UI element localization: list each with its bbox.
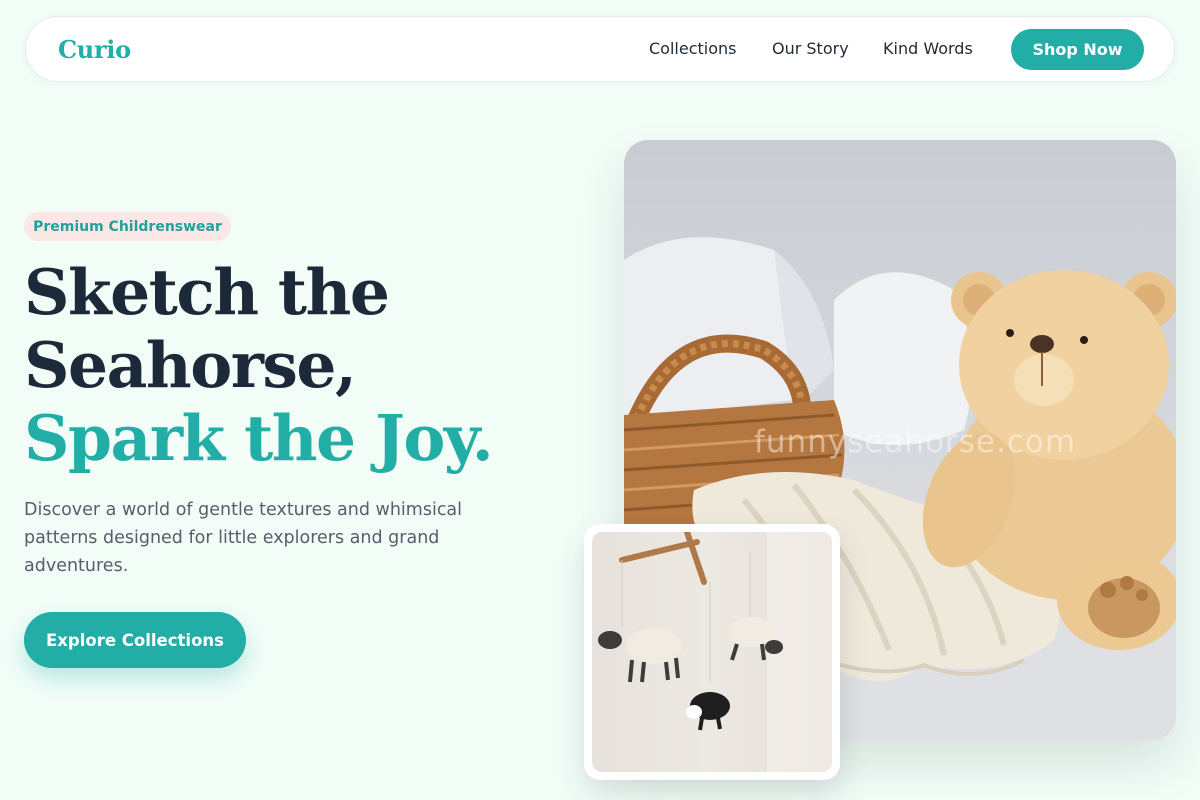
inset-image-card [584, 524, 840, 780]
category-badge: Premium Childrenswear [24, 212, 231, 241]
brand-logo[interactable]: Curio [58, 35, 131, 64]
nav-link-kind-words[interactable]: Kind Words [883, 39, 973, 58]
explore-collections-button[interactable]: Explore Collections [24, 612, 246, 668]
landing-page: Curio Collections Our Story Kind Words S… [0, 0, 1200, 800]
shop-now-button[interactable]: Shop Now [1011, 29, 1144, 70]
navbar: Curio Collections Our Story Kind Words S… [25, 16, 1175, 82]
inset-image-sheep-mobile [592, 532, 832, 772]
headline-line-1: Sketch the [24, 255, 390, 329]
headline-line-3: Spark the Joy. [24, 401, 494, 475]
nav-link-our-story[interactable]: Our Story [772, 39, 849, 58]
hero-description: Discover a world of gentle textures and … [24, 500, 463, 576]
nav-link-collections[interactable]: Collections [649, 39, 736, 58]
headline-line-2: Seahorse, [24, 328, 357, 402]
sheep-mobile-illustration [598, 532, 832, 772]
image-watermark: funnyseahorse.com [754, 424, 1077, 460]
hero-headline: Sketch the Seahorse, Spark the Joy. [24, 255, 494, 475]
